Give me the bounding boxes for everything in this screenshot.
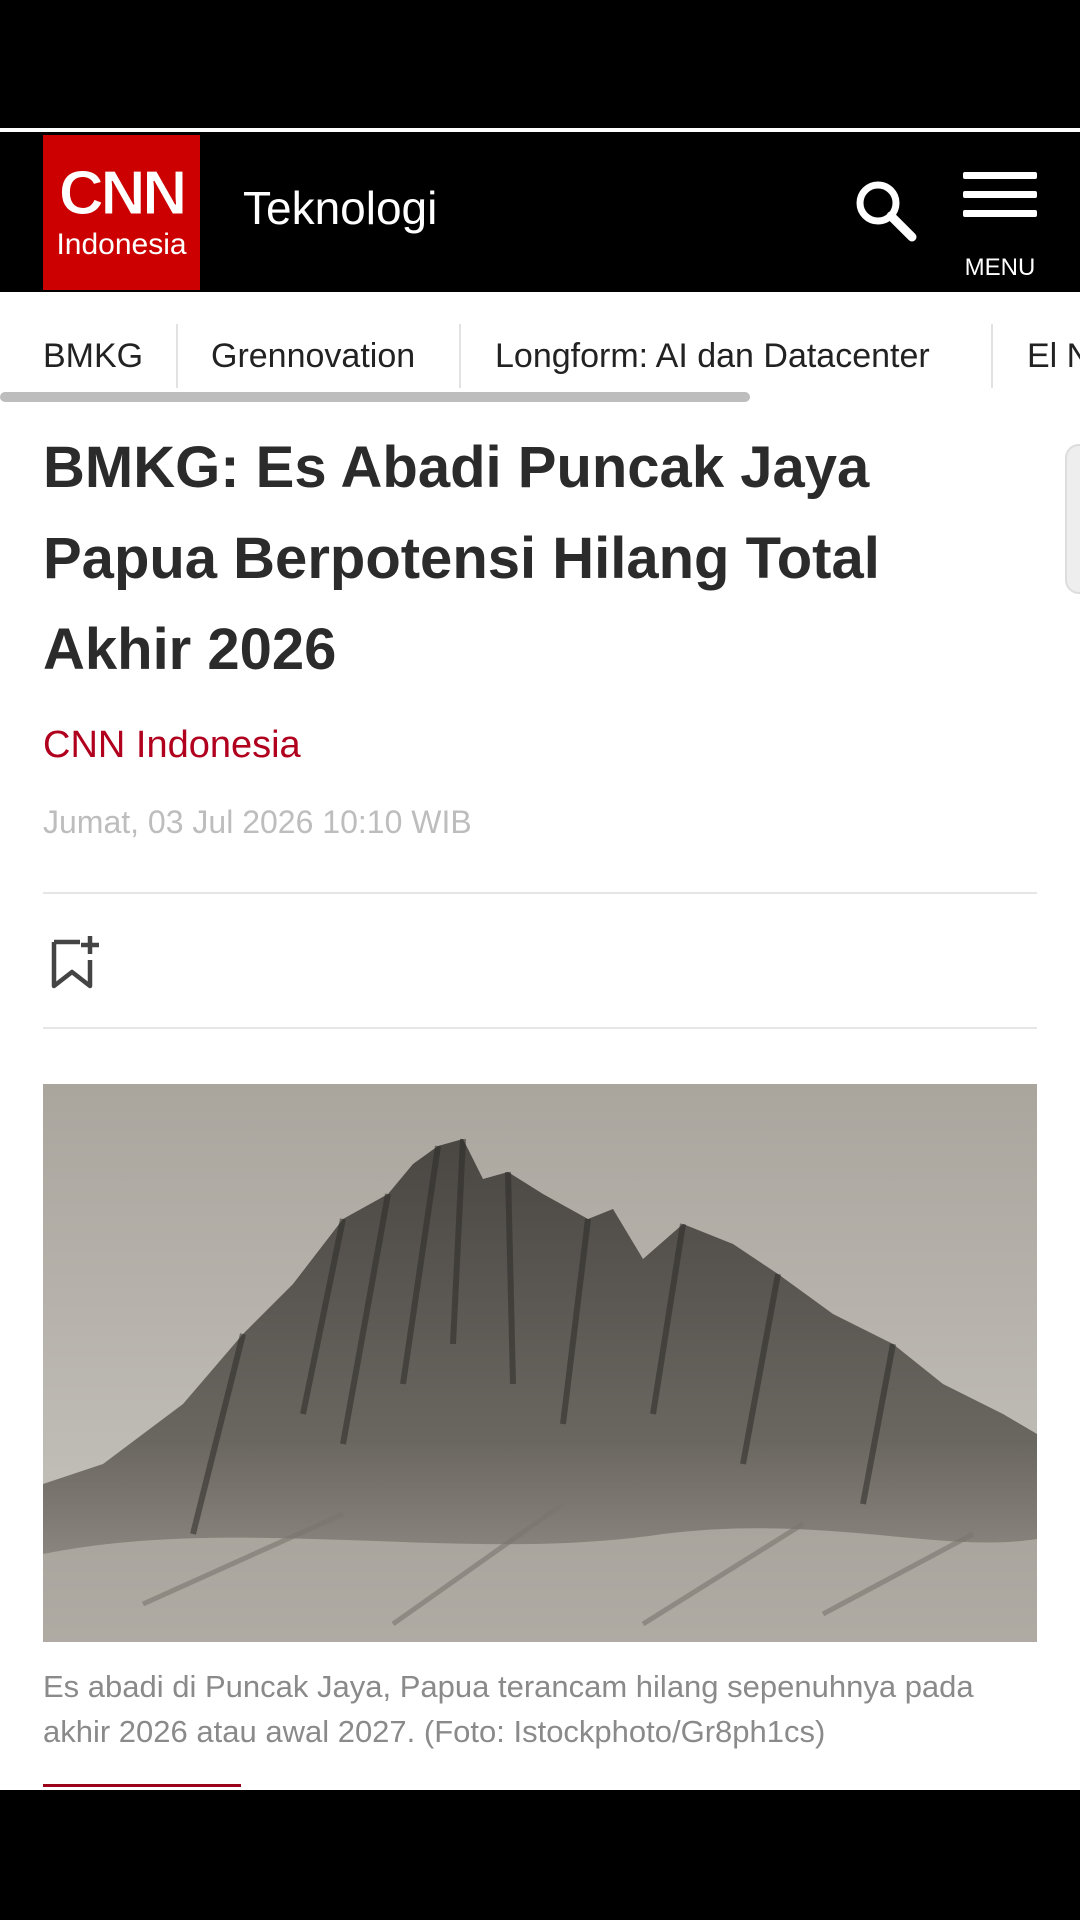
divider <box>43 892 1037 894</box>
image-caption: Es abadi di Puncak Jaya, Papua terancam … <box>43 1669 974 1749</box>
navigation-bar-area <box>0 1790 1080 1920</box>
tab-longform-ai-datacenter[interactable]: Longform: AI dan Datacenter <box>495 324 930 388</box>
article-date: Jumat, 03 Jul 2026 10:10 WIB <box>43 804 472 840</box>
menu-button[interactable]: MENU <box>955 172 1045 282</box>
tab-separator <box>459 324 461 388</box>
tabs-scrollbar[interactable] <box>0 392 750 402</box>
caption-accent-rule <box>43 1784 241 1787</box>
side-panel-handle[interactable] <box>1065 444 1080 594</box>
status-bar-area <box>0 0 1080 128</box>
tab-grennovation[interactable]: Grennovation <box>211 324 415 388</box>
mountain-photo <box>43 1084 1037 1642</box>
article-headline: BMKG: Es Abadi Puncak Jaya Papua Berpote… <box>43 435 880 682</box>
bookmark-button[interactable] <box>50 934 100 990</box>
logo-subtext: Indonesia <box>56 227 187 261</box>
divider <box>43 1027 1037 1029</box>
search-icon <box>856 181 917 242</box>
section-title[interactable]: Teknologi <box>243 180 437 236</box>
site-header: CNN Indonesia Teknologi MENU <box>0 132 1080 292</box>
article-page: BMKG Grennovation Longform: AI dan Datac… <box>0 292 1080 1790</box>
tab-el-nino[interactable]: El Nino <box>1027 324 1080 388</box>
search-button[interactable] <box>852 177 918 243</box>
logo-text: CNN <box>58 158 187 228</box>
bookmark-add-icon <box>51 936 99 989</box>
menu-label: MENU <box>964 254 1036 281</box>
tab-separator <box>991 324 993 388</box>
topic-tabs[interactable]: BMKG Grennovation Longform: AI dan Datac… <box>0 292 1080 402</box>
tab-bmkg[interactable]: BMKG <box>43 324 143 388</box>
cnn-indonesia-logo[interactable]: CNN Indonesia <box>43 135 200 290</box>
hamburger-icon <box>963 172 1037 222</box>
article-hero-image[interactable] <box>43 1084 1037 1642</box>
article-author[interactable]: CNN Indonesia <box>43 720 301 770</box>
tab-separator <box>176 324 178 388</box>
